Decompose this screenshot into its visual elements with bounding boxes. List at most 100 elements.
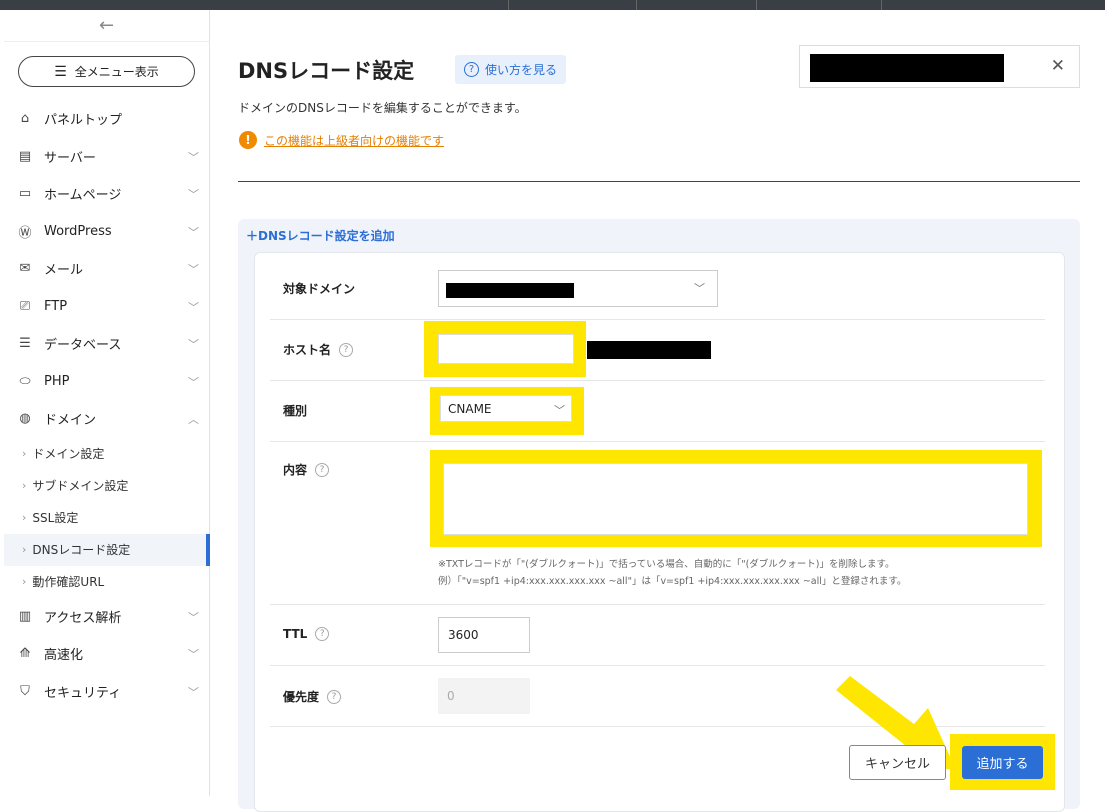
chevron-right-icon: › — [22, 511, 27, 524]
domain-selector[interactable]: ✕ — [799, 45, 1080, 88]
database-icon: ☰ — [19, 336, 31, 352]
sidebar-item-label: サーバー — [44, 150, 96, 166]
type-label: 種別 — [283, 402, 307, 419]
sidebar-item-label: メール — [44, 263, 84, 279]
chevron-down-icon: ﹀ — [188, 648, 199, 661]
chevron-right-icon: › — [22, 575, 27, 588]
all-menu-label: 全メニュー表示 — [74, 65, 159, 79]
sidebar: ← ☰ 全メニュー表示 ⌂ パネルトップ ▤ サーバー ﹀ ▭ ホームページ ﹀ Ⓦ WordPr… — [4, 10, 210, 796]
sidebar-item-mail[interactable]: ✉ メール ﹀ — [4, 250, 209, 288]
sidebar-subitem[interactable]: › SSL設定 — [4, 502, 209, 534]
sidebar-subitem-label: 動作確認URL — [32, 575, 105, 589]
host-label-text: ホスト名 — [283, 343, 332, 357]
help-circle-icon[interactable]: ? — [327, 689, 342, 704]
row-divider — [270, 380, 1045, 381]
sidebar-subitem-label: DNSレコード設定 — [32, 543, 131, 557]
sidebar-item-chart[interactable]: ▥ アクセス解析 ﹀ — [4, 598, 209, 636]
cancel-button[interactable]: キャンセル — [849, 745, 946, 780]
txt-note-line1: ※TXTレコードが「"(ダブルクォート)」で括っている場合、自動的に「"(ダブル… — [438, 559, 895, 570]
sidebar-subitem-label: SSL設定 — [32, 511, 79, 525]
sidebar-item-server[interactable]: ▤ サーバー ﹀ — [4, 138, 209, 176]
plus-icon: ＋ — [246, 229, 259, 243]
sidebar-item-label: ホームページ — [44, 188, 122, 204]
sidebar-item-speed[interactable]: ⟰ 高速化 ﹀ — [4, 635, 209, 673]
sidebar-subitem[interactable]: › サブドメイン設定 — [4, 470, 209, 502]
chevron-down-icon: ﹀ — [188, 263, 199, 276]
sidebar-subitem[interactable]: › 動作確認URL — [4, 566, 209, 598]
sidebar-item-label: セキュリティ — [44, 685, 122, 701]
sidebar-item-label: ドメイン — [44, 413, 97, 429]
sidebar-subitem[interactable]: › ドメイン設定 — [4, 438, 209, 470]
help-circle-icon[interactable]: ? — [315, 627, 330, 641]
host-label: ホスト名? — [283, 341, 354, 358]
ttl-label-text: TTL — [283, 627, 308, 641]
ttl-input[interactable]: 3600 — [438, 617, 530, 653]
chevron-down-icon: ﹀ — [188, 375, 199, 389]
sidebar-item-wordpress[interactable]: Ⓦ WordPress ﹀ — [4, 213, 209, 251]
help-label: 使い方を見る — [485, 63, 558, 77]
domain-label: 対象ドメイン — [283, 280, 355, 297]
chevron-down-icon: ﹀ — [554, 404, 565, 417]
sidebar-item-monitor[interactable]: ⎚ FTP ﹀ — [4, 288, 209, 326]
redacted-host-suffix — [587, 341, 711, 359]
domain-select[interactable]: ﹀ — [438, 270, 718, 307]
content-textarea[interactable] — [443, 463, 1028, 535]
sidebar-item-label: FTP — [44, 298, 68, 314]
sidebar-subitem[interactable]: › DNSレコード設定 — [4, 533, 210, 566]
sidebar-item-globe[interactable]: ◍ ドメイン ︿ — [4, 400, 209, 438]
advanced-warning-link[interactable]: この機能は上級者向けの機能です — [264, 132, 444, 149]
top-bar-divider — [508, 0, 509, 10]
top-bar-divider — [881, 0, 882, 10]
chevron-right-icon: › — [22, 479, 27, 492]
help-circle-icon[interactable]: ? — [315, 462, 330, 477]
server-icon: ▤ — [18, 148, 32, 164]
sidebar-collapse-button[interactable]: ← — [4, 10, 209, 42]
close-icon[interactable]: ✕ — [1051, 56, 1065, 76]
content-label-text: 内容 — [283, 463, 308, 477]
redacted-domain — [810, 54, 1004, 82]
divider — [238, 181, 1080, 182]
speed-icon: ⟰ — [19, 646, 31, 662]
chevron-down-icon: ﹀ — [188, 225, 199, 239]
sidebar-item-label: データベース — [44, 338, 122, 354]
host-input[interactable] — [438, 334, 574, 364]
sidebar-item-shield[interactable]: ⛉ セキュリティ ﹀ — [4, 673, 209, 711]
globe-icon: ◍ — [19, 411, 31, 427]
row-divider — [270, 319, 1045, 320]
chevron-up-icon: ︿ — [188, 413, 199, 426]
domain-label-text: 対象ドメイン — [283, 282, 356, 296]
wordpress-icon: Ⓦ — [18, 225, 32, 241]
sidebar-nav: ⌂ パネルトップ ▤ サーバー ﹀ ▭ ホームページ ﹀ Ⓦ WordPress ﹀ ✉ メール ﹀ ⎚ FT… — [4, 100, 210, 711]
monitor-icon: ⎚ — [19, 298, 31, 314]
top-bar-divider — [756, 0, 757, 10]
chevron-down-icon: ﹀ — [188, 338, 199, 351]
chevron-down-icon: ﹀ — [188, 300, 199, 314]
help-button[interactable]: ? 使い方を見る — [455, 55, 567, 84]
top-bar-divider — [636, 0, 637, 10]
page-title: DNSレコード設定 — [238, 59, 415, 83]
sidebar-item-php[interactable]: ⬭ PHP ﹀ — [4, 363, 209, 401]
chevron-right-icon: › — [22, 447, 27, 460]
advanced-warning: ! この機能は上級者向けの機能です — [239, 131, 444, 149]
priority-label-text: 優先度 — [283, 690, 320, 704]
type-select[interactable]: CNAME ﹀ — [440, 395, 572, 422]
sidebar-item-browser[interactable]: ▭ ホームページ ﹀ — [4, 175, 209, 213]
help-circle-icon[interactable]: ? — [339, 342, 354, 357]
priority-label: 優先度? — [283, 688, 342, 705]
sidebar-item-database[interactable]: ☰ データベース ﹀ — [4, 325, 209, 363]
sidebar-item-label: パネルトップ — [44, 113, 123, 129]
sidebar-subitem-label: ドメイン設定 — [32, 447, 105, 461]
sidebar-item-home[interactable]: ⌂ パネルトップ — [4, 100, 209, 138]
chevron-down-icon: ﹀ — [188, 685, 199, 699]
sidebar-item-label: 高速化 — [44, 648, 84, 664]
chevron-down-icon: ﹀ — [188, 188, 199, 201]
php-icon: ⬭ — [19, 373, 31, 389]
add-button[interactable]: 追加する — [962, 746, 1043, 779]
add-dns-record-link[interactable]: ＋DNSレコード設定を追加 — [246, 227, 395, 244]
redacted-domain — [446, 283, 574, 298]
add-dns-record-label: DNSレコード設定を追加 — [258, 229, 395, 243]
all-menu-button[interactable]: ☰ 全メニュー表示 — [18, 56, 195, 87]
type-label-text: 種別 — [283, 404, 308, 418]
row-divider — [270, 665, 1045, 666]
type-select-value: CNAME — [448, 401, 492, 416]
